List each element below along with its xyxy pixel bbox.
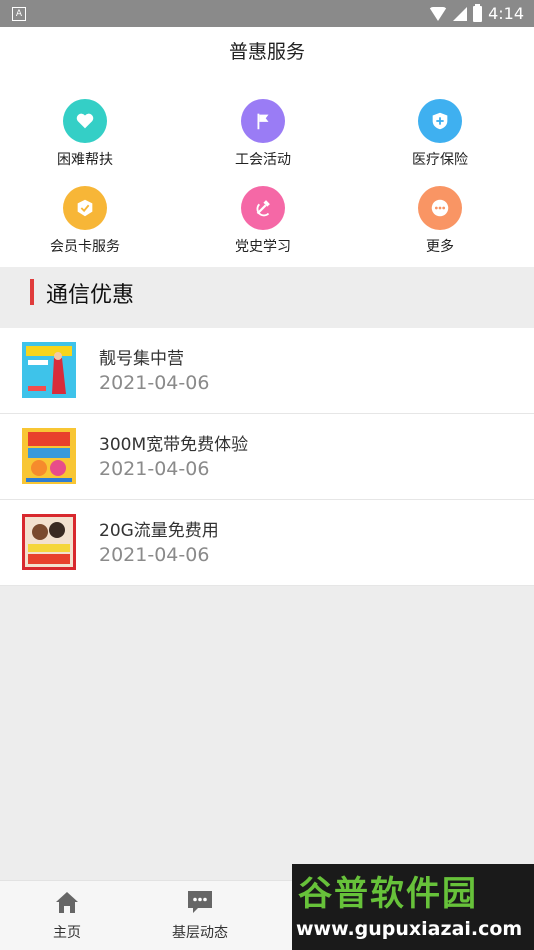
- tab-label: 主页: [53, 925, 81, 941]
- services-panel: 普惠服务 困难帮扶 工会活动 医疗保险 会员卡服务 党史学习 更多: [0, 27, 534, 267]
- watermark-url: www.gupuxiazai.com: [296, 918, 523, 940]
- status-time: 4:14: [488, 4, 524, 23]
- offer-title: 靓号集中营: [99, 349, 184, 369]
- flag-icon: [241, 99, 285, 143]
- tab-home[interactable]: 主页: [22, 887, 112, 942]
- service-label: 困难帮扶: [57, 152, 113, 168]
- offer-title: 300M宽带免费体验: [99, 435, 249, 455]
- offer-thumbnail: [22, 342, 76, 398]
- service-item-hardship-aid[interactable]: 困难帮扶: [25, 99, 145, 169]
- service-label: 医疗保险: [412, 152, 468, 168]
- service-item-party-history[interactable]: 党史学习: [203, 186, 323, 256]
- offer-date: 2021-04-06: [99, 372, 210, 394]
- tab-label: 基层动态: [172, 925, 228, 941]
- offer-date: 2021-04-06: [99, 458, 210, 480]
- battery-charging-icon: [473, 3, 483, 22]
- list-item[interactable]: 20G流量免费用 2021-04-06: [0, 500, 534, 586]
- offer-date: 2021-04-06: [99, 544, 210, 566]
- section-header: 通信优惠: [0, 267, 534, 317]
- offer-thumbnail: [22, 514, 76, 570]
- member-card-icon: [63, 186, 107, 230]
- service-label: 党史学习: [235, 239, 291, 255]
- status-bar: A 4:14: [0, 0, 534, 27]
- section-title: 通信优惠: [46, 283, 135, 308]
- offer-thumbnail: [22, 428, 76, 484]
- cell-signal-icon: [453, 6, 468, 21]
- offer-list: 靓号集中营 2021-04-06 300M宽带免费体验 2021-04-06 2…: [0, 328, 534, 586]
- notification-badge: A: [12, 6, 26, 21]
- chat-bubble-icon: [188, 891, 212, 913]
- service-item-member-card[interactable]: 会员卡服务: [25, 186, 145, 256]
- wifi-icon: [429, 6, 448, 21]
- service-item-more[interactable]: 更多: [380, 186, 500, 256]
- service-label: 更多: [426, 239, 454, 255]
- tab-grassroots-news[interactable]: 基层动态: [155, 887, 245, 942]
- service-item-union-activities[interactable]: 工会活动: [203, 99, 323, 169]
- list-item[interactable]: 300M宽带免费体验 2021-04-06: [0, 414, 534, 500]
- service-label: 工会活动: [235, 152, 291, 168]
- service-label: 会员卡服务: [50, 239, 120, 255]
- heart-hands-icon: [63, 99, 107, 143]
- watermark-logo: 谷普软件园 www.gupuxiazai.com: [292, 864, 534, 950]
- service-item-medical-insurance[interactable]: 医疗保险: [380, 99, 500, 169]
- section-accent-bar: [30, 279, 34, 305]
- medical-shield-icon: [418, 99, 462, 143]
- hammer-sickle-icon: [241, 186, 285, 230]
- status-icons: 4:14: [429, 3, 524, 23]
- more-dots-icon: [418, 186, 462, 230]
- list-item[interactable]: 靓号集中营 2021-04-06: [0, 328, 534, 414]
- offer-title: 20G流量免费用: [99, 521, 219, 541]
- page-title: 普惠服务: [228, 41, 305, 63]
- home-icon: [56, 892, 78, 913]
- watermark-title: 谷普软件园: [298, 874, 478, 914]
